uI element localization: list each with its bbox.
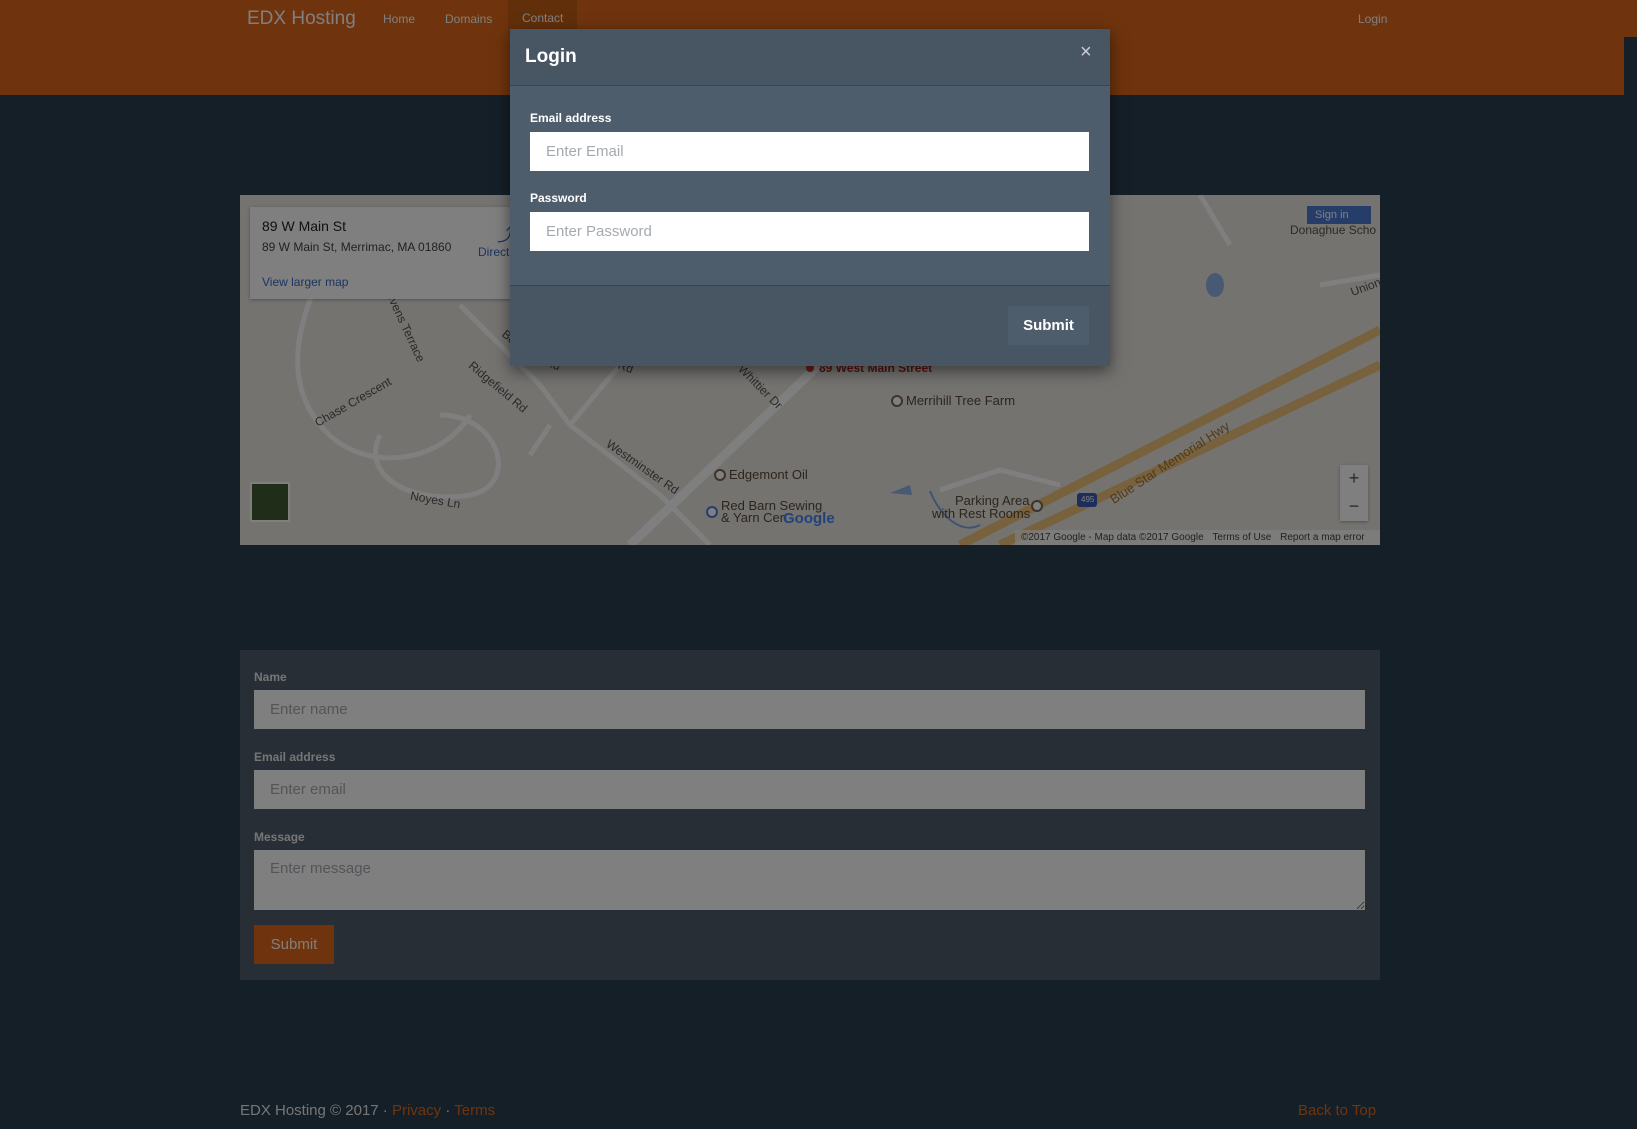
modal-header: Login ×: [510, 29, 1110, 86]
login-email-label: Email address: [530, 111, 612, 125]
login-modal: Login × Email address Password Submit: [510, 29, 1110, 366]
modal-title: Login: [525, 46, 577, 67]
close-icon[interactable]: ×: [1080, 41, 1092, 64]
login-password-input[interactable]: [530, 212, 1089, 251]
login-email-input[interactable]: [530, 132, 1089, 171]
login-password-label: Password: [530, 191, 587, 205]
login-submit-button[interactable]: Submit: [1008, 306, 1089, 345]
modal-footer: Submit: [510, 285, 1110, 366]
